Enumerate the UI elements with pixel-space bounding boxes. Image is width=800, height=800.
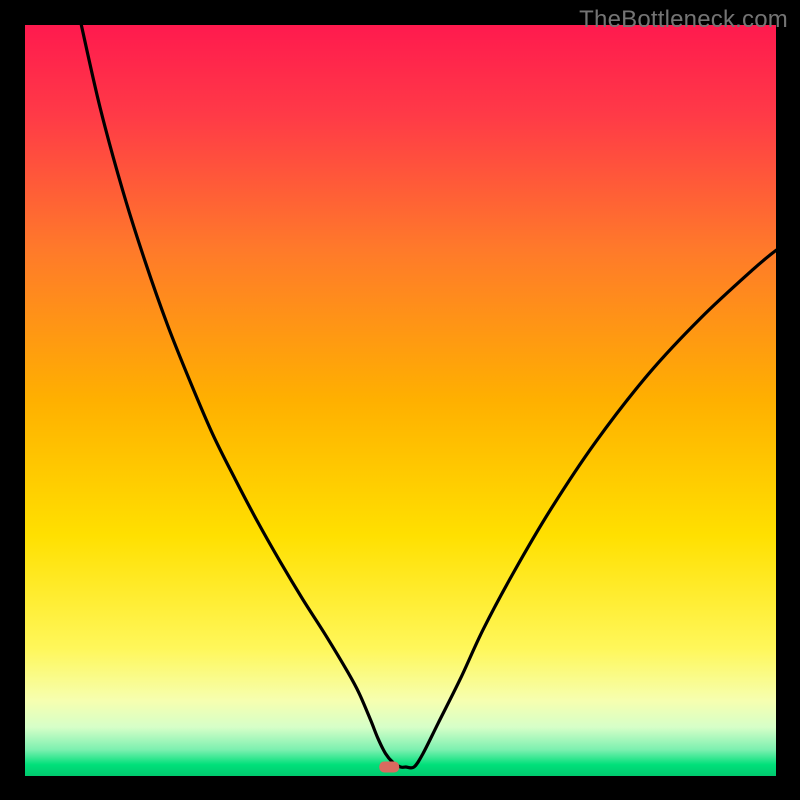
bottleneck-chart — [25, 25, 776, 776]
minimum-marker — [379, 761, 399, 772]
plot-area-border — [25, 25, 776, 776]
gradient-background — [25, 25, 776, 776]
chart-frame: TheBottleneck.com — [0, 0, 800, 800]
watermark-text: TheBottleneck.com — [579, 6, 788, 34]
